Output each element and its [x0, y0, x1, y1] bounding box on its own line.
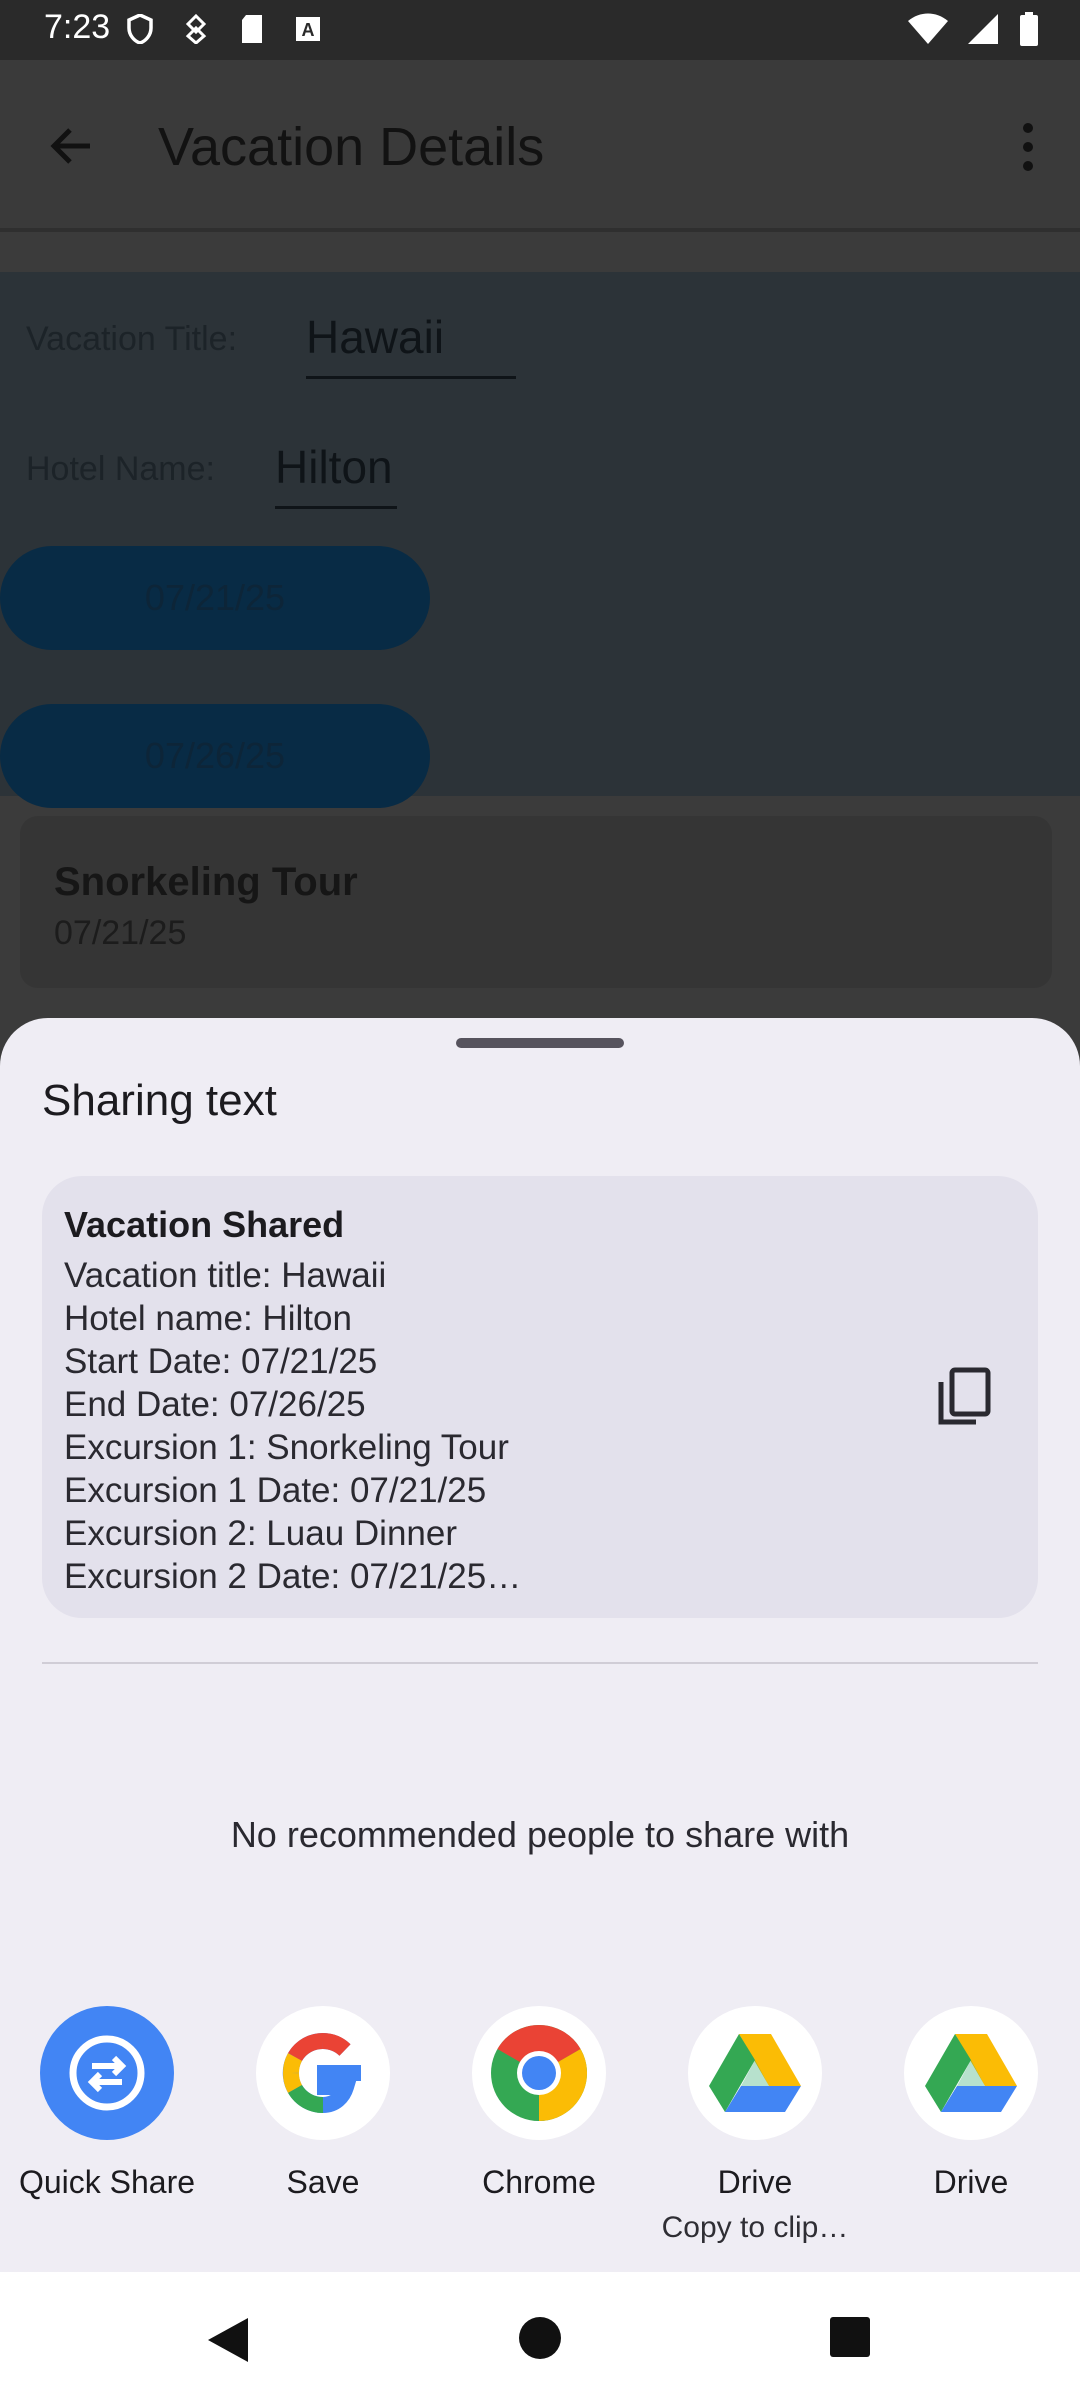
shield-icon [125, 12, 155, 46]
sd-card-icon [237, 12, 267, 46]
preview-line: Hotel name: Hilton [64, 1299, 352, 1338]
share-target-save[interactable]: Save [223, 2006, 423, 2201]
share-targets: Quick Share Save Chrome Drive Copy to cl… [0, 2006, 1080, 2266]
back-arrow-icon[interactable] [44, 118, 100, 174]
app-label: Drive [717, 2164, 793, 2200]
divider [0, 228, 1080, 232]
overflow-menu-icon[interactable] [1016, 122, 1040, 172]
preview-title: Vacation Shared [64, 1204, 345, 1245]
page-title: Vacation Details [158, 117, 545, 177]
text-a-icon: A [293, 12, 323, 46]
notification-icons: A [125, 12, 323, 46]
end-date-button[interactable]: 07/26/25 [0, 704, 430, 808]
app-label: Drive [933, 2164, 1009, 2200]
excursion-date: 07/21/25 [54, 914, 187, 952]
drive-icon [688, 2006, 822, 2140]
share-target-quick-share[interactable]: Quick Share [7, 2006, 207, 2201]
svg-text:A: A [302, 20, 315, 40]
preview-line: Start Date: 07/21/25 [64, 1342, 378, 1381]
share-sheet: Sharing text Vacation Shared Vacation ti… [0, 1018, 1080, 2272]
status-bar: 7:23 A [0, 0, 1080, 60]
hotel-name-label: Hotel Name: [26, 450, 215, 488]
vacation-title-label: Vacation Title: [26, 320, 238, 358]
app-label: Save [286, 2164, 360, 2200]
vacation-form: Vacation Title: Hawaii Hotel Name: Hilto… [0, 272, 1080, 808]
preview-text: Vacation title: Hawaii Hotel name: Hilto… [64, 1254, 521, 1598]
status-time: 7:23 [44, 8, 111, 46]
copy-icon[interactable] [936, 1366, 992, 1428]
app-sublabel: Copy to clip… [661, 2211, 849, 2244]
vacation-title-input[interactable]: Hawaii [306, 310, 516, 379]
preview-line: Vacation title: Hawaii [64, 1256, 387, 1295]
google-icon [256, 2006, 390, 2140]
app-label: Quick Share [18, 2164, 196, 2200]
nav-recents-icon[interactable] [829, 2316, 871, 2363]
battery-icon [1018, 12, 1040, 46]
share-sheet-title: Sharing text [42, 1076, 277, 1125]
app-label: Chrome [482, 2164, 596, 2200]
divider [42, 1662, 1038, 1664]
wifi-icon [908, 12, 948, 46]
no-recommendations-text: No recommended people to share with [230, 1814, 850, 1855]
preview-line: Excursion 1: Snorkeling Tour [64, 1428, 509, 1467]
drag-handle[interactable] [456, 1038, 624, 1048]
chrome-icon [472, 2006, 606, 2140]
start-date-button[interactable]: 07/21/25 [0, 546, 430, 650]
navigation-bar [0, 2272, 1080, 2400]
preview-line: Excursion 2 Date: 07/21/25… [64, 1557, 522, 1596]
quick-share-icon [40, 2006, 174, 2140]
excursion-card[interactable]: Snorkeling Tour 07/21/25 [20, 816, 1052, 988]
signal-icon [966, 12, 1000, 46]
share-target-chrome[interactable]: Chrome [439, 2006, 639, 2201]
preview-line: Excursion 2: Luau Dinner [64, 1514, 457, 1553]
nav-home-icon[interactable] [518, 2316, 562, 2365]
share-target-drive[interactable]: Drive [871, 2006, 1071, 2201]
usb-debug-icon [181, 12, 211, 46]
share-preview-card: Vacation Shared Vacation title: Hawaii H… [42, 1176, 1038, 1618]
drive-icon [904, 2006, 1038, 2140]
app-bar: Vacation Details [0, 60, 1080, 232]
system-icons [908, 12, 1040, 46]
excursion-name: Snorkeling Tour [54, 860, 358, 904]
preview-line: Excursion 1 Date: 07/21/25 [64, 1471, 487, 1510]
share-target-drive-copy[interactable]: Drive Copy to clip… [655, 2006, 855, 2245]
hotel-name-input[interactable]: Hilton [275, 440, 397, 509]
nav-back-icon[interactable] [204, 2316, 250, 2369]
preview-line: End Date: 07/26/25 [64, 1385, 366, 1424]
